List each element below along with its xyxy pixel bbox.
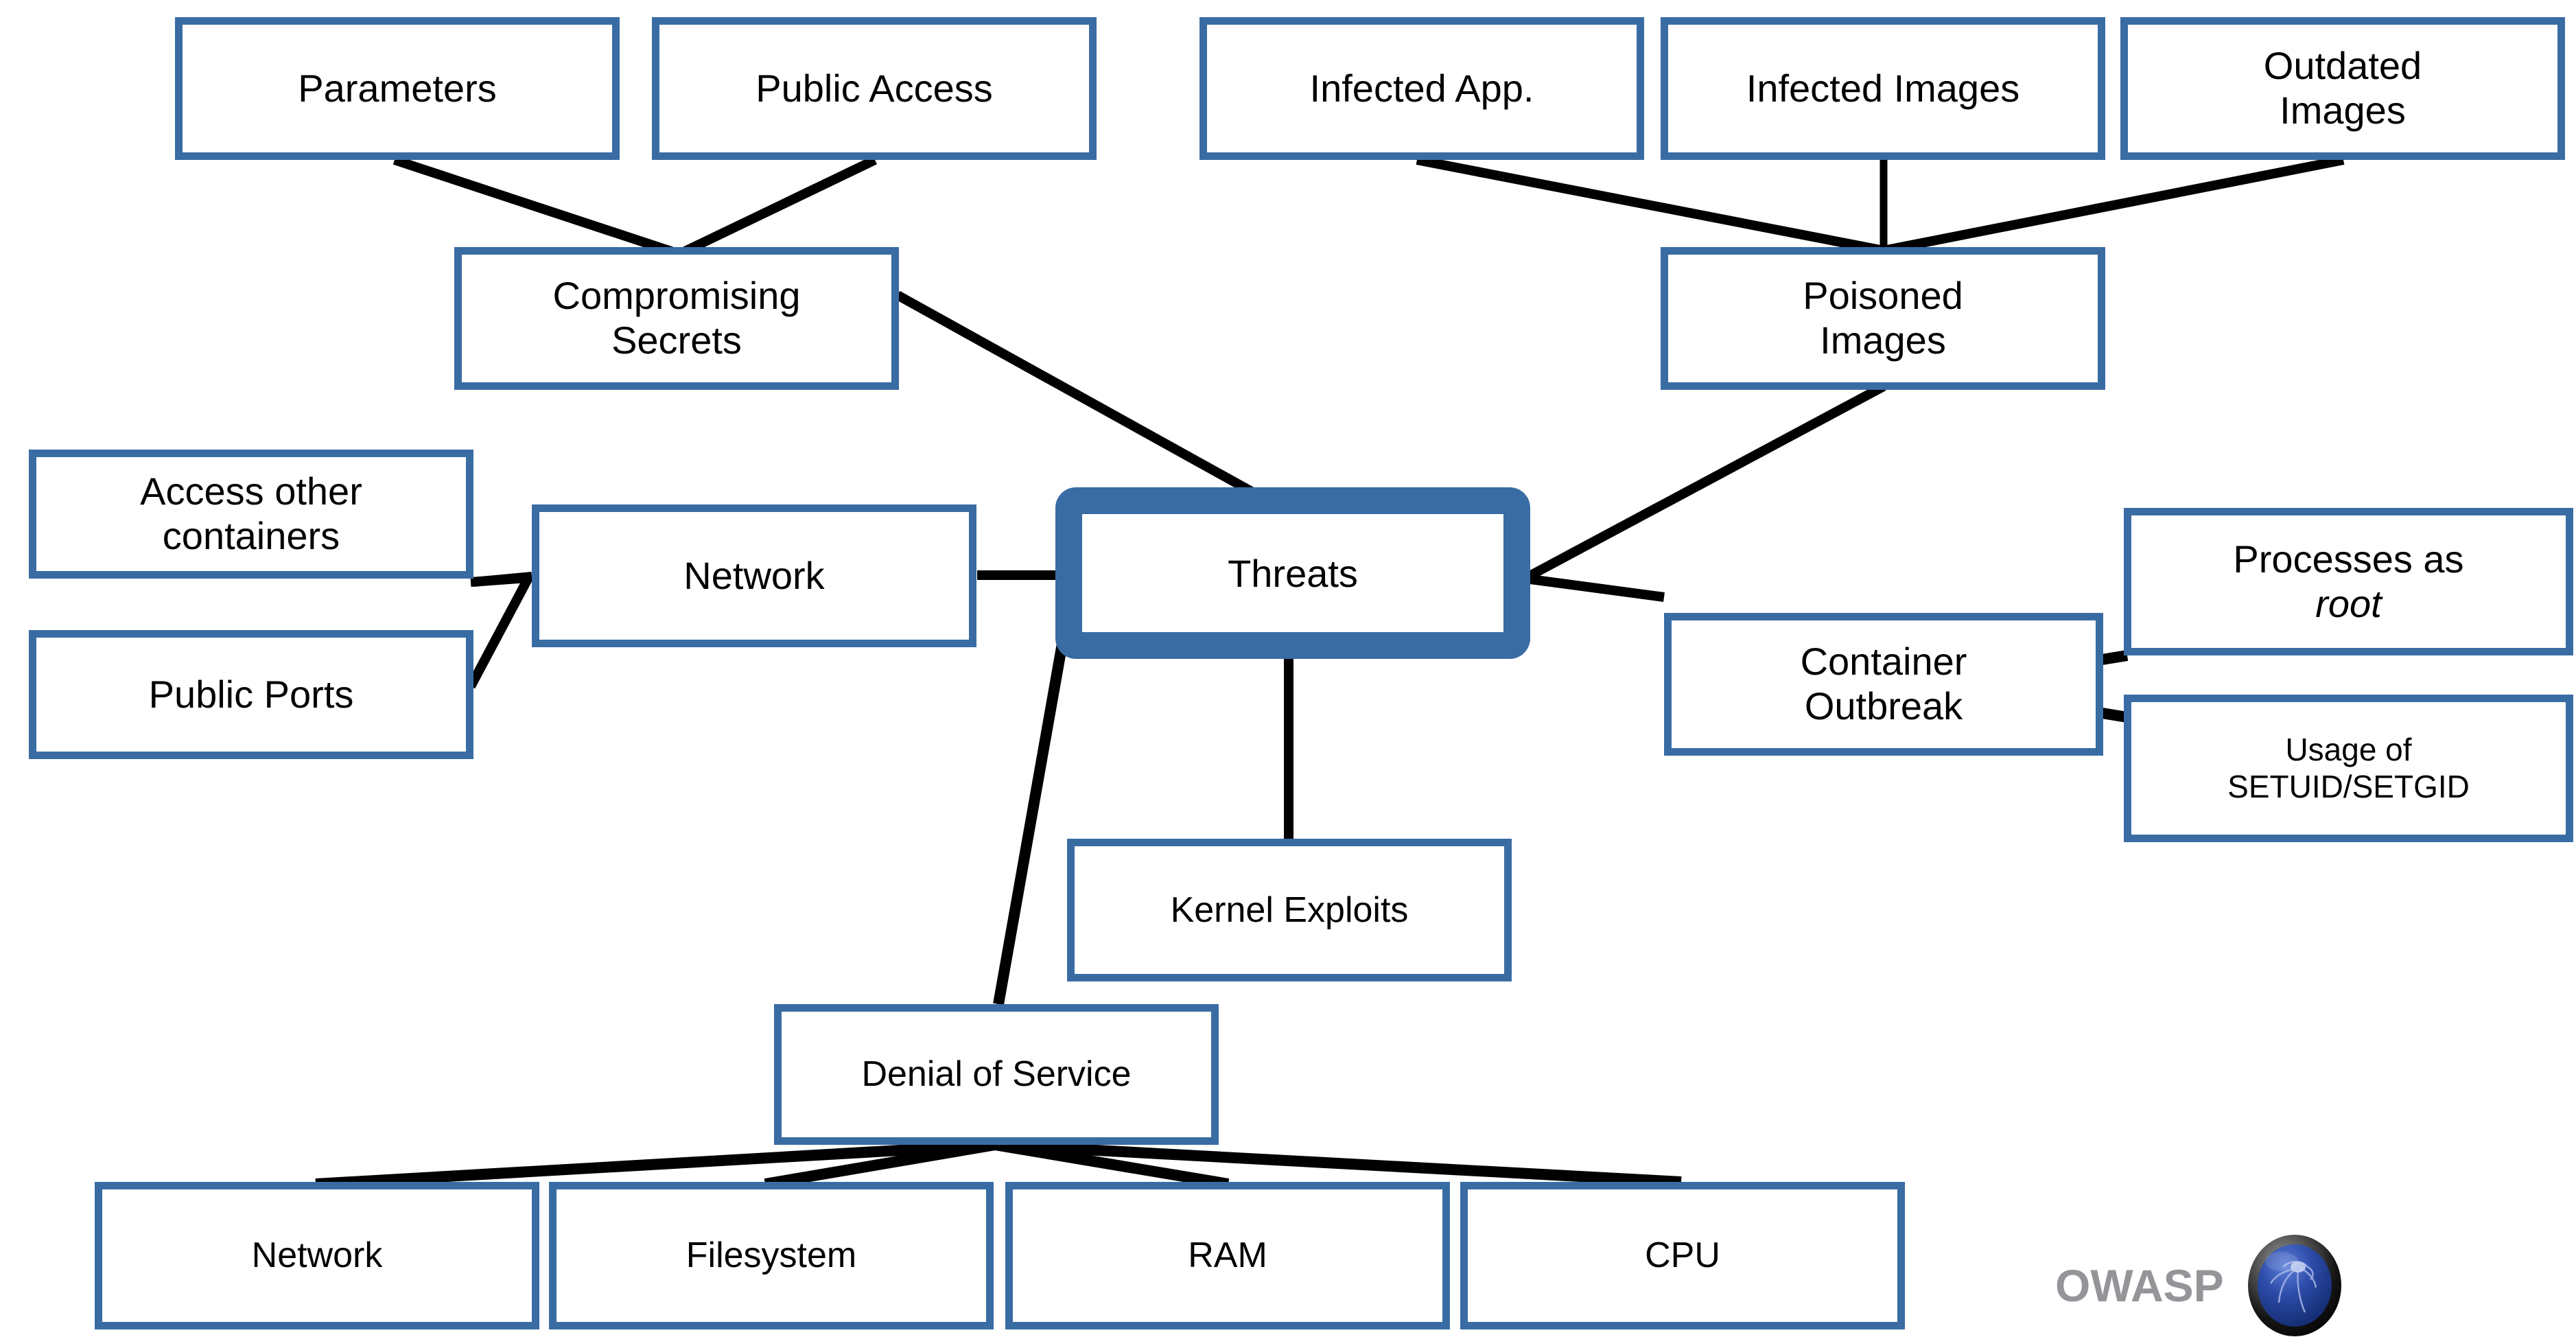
- node-dos-filesystem[interactable]: Filesystem: [549, 1182, 994, 1329]
- node-infected-images-label: Infected Images: [1746, 66, 2020, 110]
- edge-dos-network-to-denial-of-service: [315, 1139, 996, 1189]
- node-dos-network[interactable]: Network: [95, 1182, 539, 1329]
- edge-infected-app-to-poisoned-images: [1416, 155, 1885, 255]
- node-dos-cpu-label: CPU: [1645, 1235, 1720, 1276]
- node-network-label: Network: [683, 553, 825, 597]
- node-access-other-containers-label: Access other containers: [140, 469, 362, 557]
- processes-as-root-line1: Processes as: [2233, 537, 2464, 581]
- node-public-access[interactable]: Public Access: [652, 17, 1097, 160]
- node-access-other-containers[interactable]: Access other containers: [29, 450, 473, 579]
- node-public-access-label: Public Access: [756, 66, 993, 110]
- edge-dos-ram-to-denial-of-service: [994, 1139, 1230, 1189]
- node-denial-of-service-label: Denial of Service: [861, 1054, 1132, 1095]
- edge-parameters-to-compromising-secrets: [393, 155, 681, 259]
- node-parameters-label: Parameters: [298, 66, 497, 110]
- edge-dos-cpu-to-denial-of-service: [994, 1139, 1682, 1187]
- edge-access-other-containers-network-visible: [470, 573, 529, 587]
- node-outdated-images[interactable]: Outdated Images: [2120, 17, 2565, 160]
- processes-as-root-line2: root: [2315, 581, 2382, 625]
- owasp-logo: OWASP: [2055, 1234, 2342, 1337]
- edge-outdated-images-to-poisoned-images: [1882, 155, 2345, 255]
- edge-access-other-containers-line: [472, 575, 532, 580]
- node-usage-setuid-setgid-label: Usage of SETUID/SETGID: [2221, 732, 2477, 805]
- node-infected-images[interactable]: Infected Images: [1661, 17, 2105, 160]
- node-kernel-exploits[interactable]: Kernel Exploits: [1067, 839, 1512, 981]
- node-public-ports-label: Public Ports: [148, 672, 354, 716]
- node-dos-filesystem-label: Filesystem: [686, 1235, 857, 1276]
- edge-access-other-containers-to-net: [471, 577, 538, 579]
- edge-public-ports-to-network: [466, 575, 533, 689]
- owasp-mosquito-badge-icon: [2247, 1235, 2341, 1336]
- owasp-wordmark: OWASP: [2055, 1260, 2224, 1311]
- node-infected-app-label: Infected App.: [1309, 66, 1534, 110]
- edge-container-outbreak-to-threats: [1509, 572, 1665, 602]
- node-dos-ram-label: RAM: [1188, 1235, 1267, 1276]
- node-threats[interactable]: Threats: [1055, 487, 1530, 659]
- node-outdated-images-label: Outdated Images: [2263, 44, 2422, 132]
- edge-access-other-containers-join: [472, 575, 530, 580]
- node-container-outbreak[interactable]: Container Outbreak: [1664, 613, 2103, 756]
- node-dos-network-label: Network: [251, 1235, 383, 1276]
- node-compromising-secrets[interactable]: Compromising Secrets: [454, 247, 899, 390]
- node-network[interactable]: Network: [532, 504, 976, 647]
- node-dos-cpu[interactable]: CPU: [1460, 1182, 1905, 1329]
- diagram-canvas: Parameters Public Access Compromising Se…: [0, 0, 2576, 1336]
- node-compromising-secrets-label: Compromising Secrets: [552, 274, 801, 362]
- node-processes-as-root[interactable]: Processes as root: [2124, 508, 2573, 655]
- node-threats-inner: Threats: [1082, 514, 1503, 632]
- usage-setuid-line1: Usage of: [2285, 732, 2412, 768]
- node-kernel-exploits-label: Kernel Exploits: [1170, 890, 1409, 930]
- edge-access-other-containers-network: [472, 577, 537, 582]
- node-processes-as-root-label: Processes as root: [2226, 537, 2470, 627]
- usage-setuid-line2: SETUID/SETGID: [2227, 768, 2470, 804]
- node-usage-setuid-setgid[interactable]: Usage of SETUID/SETGID: [2124, 695, 2573, 842]
- node-infected-app[interactable]: Infected App.: [1199, 17, 1644, 160]
- edge-dos-filesystem-to-denial-of-service: [764, 1139, 996, 1189]
- node-container-outbreak-label: Container Outbreak: [1800, 640, 1967, 728]
- edge-compromising-secrets-to-threats: [895, 290, 1296, 520]
- edge-access-to-net: [471, 577, 535, 580]
- edge-access-other-containers-to-network: [473, 572, 532, 587]
- edge-poisoned-images-to-threats: [1519, 382, 1886, 585]
- edge-access-other-containers-to-network-b: [473, 575, 532, 582]
- node-denial-of-service[interactable]: Denial of Service: [774, 1004, 1219, 1145]
- node-poisoned-images[interactable]: Poisoned Images: [1661, 247, 2105, 390]
- node-parameters[interactable]: Parameters: [175, 17, 620, 160]
- edge-aoc-to-network-real: [471, 577, 532, 580]
- node-public-ports[interactable]: Public Ports: [29, 630, 473, 759]
- node-poisoned-images-label: Poisoned Images: [1803, 274, 1963, 362]
- node-dos-ram[interactable]: RAM: [1005, 1182, 1450, 1329]
- edge-aoc-main: [472, 577, 534, 581]
- node-threats-label: Threats: [1228, 551, 1358, 595]
- edge-aoc-line: [473, 575, 530, 582]
- edge-denial-of-service-to-threats: [993, 596, 1076, 1005]
- edge-public-access-to-compromising-secrets: [677, 155, 878, 259]
